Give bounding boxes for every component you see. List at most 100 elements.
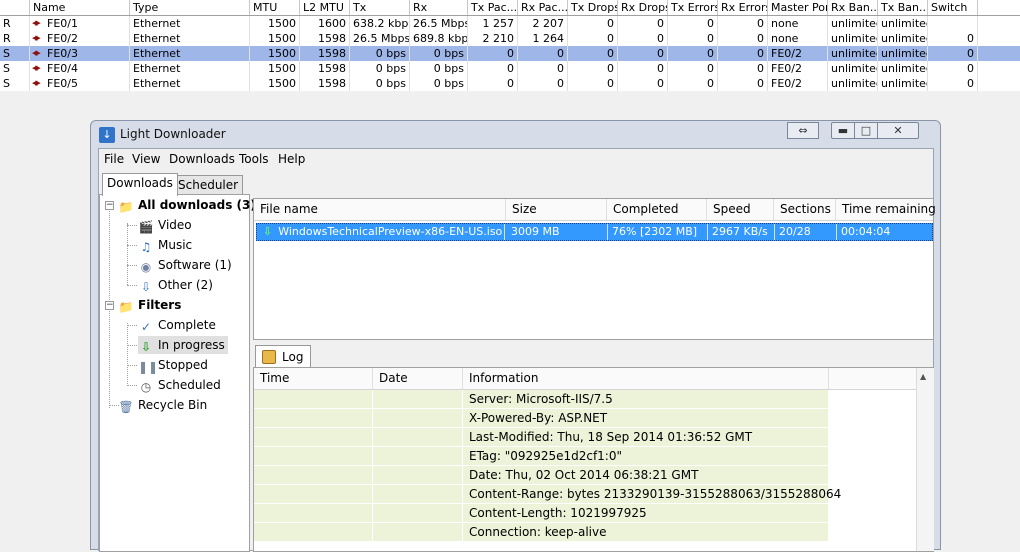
col-sections[interactable]: Sections: [774, 199, 836, 220]
log-scrollbar[interactable]: ▲: [916, 368, 934, 551]
tree-software[interactable]: ◉ Software (1): [138, 256, 232, 274]
iface-master: FE0/2: [768, 46, 828, 61]
tree-recycle-bin[interactable]: 🗑 Recycle Bin: [118, 396, 207, 414]
menu-view[interactable]: View: [132, 152, 160, 166]
log-tabs: Log: [253, 342, 934, 368]
log-header: Time Date Information: [254, 368, 916, 390]
col-file-name[interactable]: File name: [254, 199, 506, 220]
download-completed: 76% [2302 MB]: [608, 224, 708, 240]
iface-col-tx[interactable]: Tx: [350, 0, 410, 15]
tree-label: All downloads (3): [138, 198, 256, 212]
tree-all-downloads[interactable]: 📁 All downloads (3): [118, 196, 256, 214]
col-date[interactable]: Date: [373, 368, 463, 389]
iface-col-rx[interactable]: Rx: [410, 0, 468, 15]
iface-flag: R: [0, 31, 30, 46]
col-completed[interactable]: Completed: [607, 199, 707, 220]
col-speed[interactable]: Speed: [707, 199, 774, 220]
checkmark-icon: ✓: [140, 320, 152, 334]
iface-col-txp[interactable]: Tx Pac...: [468, 0, 518, 15]
iface-mtu: 1500: [250, 76, 300, 91]
iface-master: FE0/2: [768, 61, 828, 76]
col-time[interactable]: Time: [254, 368, 373, 389]
tree-stopped[interactable]: ❚❚Stopped: [138, 356, 208, 374]
col-information[interactable]: Information: [463, 368, 829, 389]
iface-col-rxp[interactable]: Rx Pac...: [518, 0, 568, 15]
film-icon: 🎬: [138, 220, 154, 234]
green-down-arrow-icon: ⇩: [140, 340, 152, 354]
log-row[interactable]: Server: Microsoft-IIS/7.5: [254, 390, 829, 409]
ethernet-port-icon: [32, 46, 45, 61]
interface-row[interactable]: R FE0/1 Ethernet15001600638.2 kbps26.5 Mbp…: [0, 16, 1020, 31]
download-row[interactable]: ⇩ WindowsTechnicalPreview-x86-EN-US.iso 3…: [256, 223, 933, 241]
menu-file[interactable]: File: [104, 152, 124, 166]
tree-in-progress[interactable]: ⇩ In progress: [138, 336, 228, 354]
scroll-up-arrow-icon[interactable]: ▲: [920, 372, 926, 381]
iface-txd: 0: [568, 31, 618, 46]
iface-rx: 0 bps: [410, 76, 468, 91]
tab-log[interactable]: Log: [255, 345, 311, 368]
collapse-filters-icon[interactable]: −: [105, 301, 114, 310]
iface-col-rxb[interactable]: Rx Ban...: [828, 0, 878, 15]
iface-col-sw[interactable]: Switch: [928, 0, 978, 15]
iface-col-rxd[interactable]: Rx Drops: [618, 0, 668, 15]
iface-txe: 0: [668, 31, 718, 46]
download-arrow-icon: ⇩: [140, 280, 152, 294]
menu-tools[interactable]: Tools: [239, 152, 269, 166]
interface-row[interactable]: SFE0/3Ethernet150015980 bps0 bps000000FE…: [0, 46, 1020, 61]
maximize-button[interactable]: □: [854, 122, 878, 139]
tree-music[interactable]: ♫ Music: [138, 236, 193, 254]
iface-txe: 0: [668, 76, 718, 91]
iface-col-txe[interactable]: Tx Errors: [668, 0, 718, 15]
log-row[interactable]: Content-Length: 1021997925: [254, 504, 829, 523]
log-row[interactable]: Date: Thu, 02 Oct 2014 06:38:21 GMT: [254, 466, 829, 485]
iface-col-l2mtu[interactable]: L2 MTU: [300, 0, 350, 15]
log-row[interactable]: ETag: "092925e1d2cf1:0": [254, 447, 829, 466]
tree-other[interactable]: ⇩ Other (2): [138, 276, 213, 294]
tab-downloads[interactable]: Downloads: [102, 173, 178, 196]
iface-col-mtu[interactable]: MTU: [250, 0, 300, 15]
minimize-button[interactable]: ▬: [831, 122, 855, 139]
log-row[interactable]: Connection: keep-alive: [254, 523, 829, 542]
log-row[interactable]: Last-Modified: Thu, 18 Sep 2014 01:36:52…: [254, 428, 829, 447]
log-row[interactable]: Content-Range: bytes 2133290139-31552880…: [254, 485, 841, 504]
music-note-icon: ♫: [140, 240, 152, 254]
log-time: [254, 390, 373, 408]
iface-col-name[interactable]: Name: [30, 0, 130, 15]
col-size[interactable]: Size: [506, 199, 607, 220]
tree-complete[interactable]: ✓ Complete: [138, 316, 216, 334]
iface-col-type[interactable]: Type: [130, 0, 250, 15]
log-row[interactable]: X-Powered-By: ASP.NET: [254, 409, 829, 428]
interface-row[interactable]: SFE0/4Ethernet150015980 bps0 bps000000FE…: [0, 61, 1020, 76]
title-bar[interactable]: ↓ Light Downloader ⇔ ▬ □ ✕: [91, 121, 940, 149]
iface-rxp: 2 207: [518, 16, 568, 31]
ethernet-port-icon: [32, 76, 45, 91]
iface-name-text: FE0/3: [47, 47, 78, 60]
iface-name: FE0/4: [30, 61, 130, 76]
tree-filters[interactable]: 📁 Filters: [118, 296, 182, 314]
download-time-remaining: 00:04:04: [841, 225, 891, 238]
interface-row[interactable]: R FE0/2 Ethernet1500159826.5 Mbps689.8 kbp…: [0, 31, 1020, 46]
close-button[interactable]: ✕: [877, 122, 919, 139]
menu-downloads[interactable]: Downloads: [169, 152, 235, 166]
iface-master: none: [768, 31, 828, 46]
tree-label: Complete: [158, 318, 216, 332]
iface-rxd: 0: [618, 31, 668, 46]
tab-scheduler[interactable]: Scheduler: [173, 175, 244, 195]
iface-name-text: FE0/5: [47, 77, 78, 90]
resize-arrows-icon[interactable]: ⇔: [787, 122, 819, 139]
interface-table-header: Name Type MTU L2 MTU Tx Rx Tx Pac... Rx Pac... T…: [0, 0, 1020, 16]
tree-video[interactable]: 🎬 Video: [138, 216, 192, 234]
tree-scheduled[interactable]: ◷ Scheduled: [138, 376, 221, 394]
iface-col-txb[interactable]: Tx Ban...: [878, 0, 928, 15]
iface-col-flag[interactable]: [0, 0, 30, 15]
iface-col-txd[interactable]: Tx Drops: [568, 0, 618, 15]
iface-rx: 0 bps: [410, 46, 468, 61]
iface-col-master[interactable]: Master Port: [768, 0, 828, 15]
iface-txd: 0: [568, 46, 618, 61]
interface-row[interactable]: SFE0/5Ethernet150015980 bps0 bps000000FE…: [0, 76, 1020, 91]
iface-col-rxe[interactable]: Rx Errors: [718, 0, 768, 15]
iface-rxd: 0: [618, 16, 668, 31]
col-time-remaining[interactable]: Time remaining: [836, 199, 936, 220]
menu-help[interactable]: Help: [278, 152, 305, 166]
collapse-all-downloads-icon[interactable]: −: [105, 201, 114, 210]
